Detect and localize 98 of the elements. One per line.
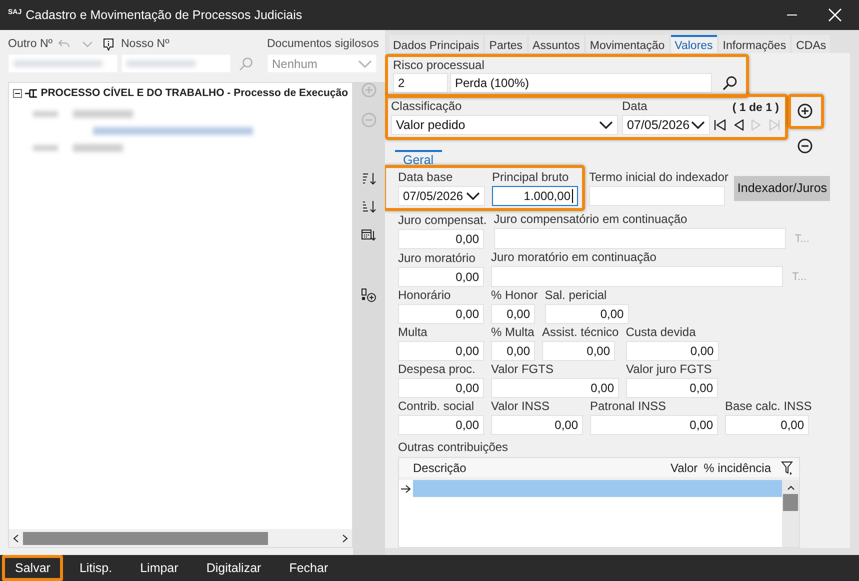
field-label: Patronal INSS: [590, 399, 668, 414]
remove-value-icon[interactable]: [797, 138, 813, 154]
record-counter: ( 1 de 1 ): [732, 102, 779, 114]
collapse-icon[interactable]: [13, 88, 22, 98]
info-icon[interactable]: [103, 38, 114, 50]
footer-button[interactable]: Litisp.: [67, 555, 124, 581]
amount-field[interactable]: 0,00: [398, 267, 484, 287]
field-label: Assist. técnico: [542, 325, 619, 340]
row-pointer-icon: [400, 484, 412, 494]
amount-field[interactable]: 0,00: [398, 229, 484, 249]
add-value-icon[interactable]: [797, 103, 813, 119]
field-label: Principal bruto: [492, 170, 570, 185]
amount-field[interactable]: 0,00: [398, 378, 484, 398]
field-label: Multa: [398, 325, 428, 340]
tab[interactable]: Dados Principais: [389, 35, 484, 53]
amount-field[interactable]: 0,00: [491, 304, 535, 324]
tab[interactable]: Informações: [718, 35, 790, 53]
date-dropdown[interactable]: 07/05/2026: [622, 115, 710, 135]
amount-field[interactable]: 1.000,00: [492, 186, 578, 206]
field-label: Data: [622, 99, 648, 114]
amount-field[interactable]: 0,00: [725, 415, 809, 435]
number-field[interactable]: [8, 54, 118, 73]
field-label: Despesa proc.: [398, 362, 476, 377]
description-field[interactable]: Perda (100%): [450, 73, 712, 93]
tab[interactable]: CDAs: [792, 35, 830, 53]
hierarchy-icon: [25, 88, 38, 98]
field-label: Outro Nº: [8, 38, 52, 50]
classification-dropdown[interactable]: Valor pedido: [391, 115, 618, 135]
amount-field[interactable]: 0,00: [590, 415, 718, 435]
tab[interactable]: Assuntos: [528, 35, 584, 53]
chevron-down-icon: [466, 192, 480, 200]
amount-field[interactable]: 0,00: [398, 415, 484, 435]
text-field[interactable]: [494, 228, 786, 249]
date-dropdown[interactable]: 07/05/2026: [398, 186, 485, 206]
tab[interactable]: Valores: [670, 35, 717, 53]
section-label: Outras contribuições: [398, 440, 510, 455]
add-field-icon[interactable]: [361, 288, 377, 302]
footer-button[interactable]: Digitalizar: [194, 555, 274, 581]
indexer-button[interactable]: Indexador/Juros: [734, 176, 830, 200]
field-label: Data base: [398, 170, 454, 185]
text-field[interactable]: [491, 266, 783, 287]
calendar-sort-icon[interactable]: [361, 228, 377, 242]
field-label: Nosso Nº: [121, 38, 170, 50]
text-field[interactable]: [589, 186, 725, 206]
scrollbar-thumb[interactable]: [783, 494, 798, 511]
search-icon[interactable]: [722, 75, 738, 91]
close-icon[interactable]: [828, 8, 842, 22]
field-label: Juro compensatório em continuação: [494, 212, 688, 227]
amount-field[interactable]: 0,00: [398, 341, 484, 361]
amount-field[interactable]: 0,00: [398, 304, 484, 324]
amount-field[interactable]: 0,00: [626, 378, 718, 398]
chevron-down-icon: [358, 60, 372, 68]
field-label: Valor INSS: [491, 399, 550, 414]
footer-button[interactable]: Salvar: [2, 555, 64, 581]
scroll-right-icon[interactable]: [342, 534, 348, 542]
footer-button[interactable]: Fechar: [277, 555, 340, 581]
field-label: Custa devida: [626, 325, 697, 340]
field-label: Documentos sigilosos: [267, 38, 379, 50]
first-record-icon[interactable]: [713, 118, 727, 132]
field-label: Juro moratório: [398, 251, 476, 266]
field-label: Contrib. social: [398, 399, 476, 414]
field-label: Base calc. INSS: [725, 399, 812, 414]
column-header[interactable]: Valor: [670, 460, 698, 474]
field-label: % Honor: [491, 288, 538, 303]
sort-descending-icon[interactable]: [361, 200, 377, 214]
amount-field[interactable]: 0,00: [626, 341, 719, 361]
column-header[interactable]: Descrição: [413, 460, 664, 474]
tab[interactable]: Movimentação: [586, 35, 669, 53]
window-title: Cadastro e Movimentação de Processos Judiciais: [26, 8, 304, 22]
tab[interactable]: Partes: [485, 35, 527, 53]
amount-field[interactable]: 0,00: [542, 341, 615, 361]
field-label: Classificação: [391, 99, 463, 114]
scroll-left-icon[interactable]: [13, 534, 19, 542]
chevron-down-icon: [691, 121, 705, 129]
amount-field[interactable]: 0,00: [491, 415, 583, 435]
field-label: Juro compensat.: [398, 213, 487, 228]
subtab[interactable]: Geral: [395, 150, 442, 167]
sort-ascending-icon[interactable]: [361, 172, 377, 186]
amount-field[interactable]: 0,00: [544, 304, 629, 324]
tree-item[interactable]: PROCESSO CÍVEL E DO TRABALHO - Processo de Execução: [40, 87, 348, 99]
filter-icon[interactable]: [781, 460, 793, 474]
chevron-down-icon: [599, 121, 613, 129]
scroll-up-icon[interactable]: [786, 485, 794, 490]
field-label: Honorário: [398, 288, 452, 303]
field-label: Valor juro FGTS: [626, 362, 713, 377]
field-label: Juro moratório em continuação: [491, 250, 658, 265]
number-field[interactable]: [121, 54, 231, 73]
footer-button[interactable]: Limpar: [128, 555, 190, 581]
field-label: Risco processual: [393, 58, 486, 73]
field-label: Valor FGTS: [491, 362, 554, 377]
column-header[interactable]: % incidência: [704, 460, 771, 474]
scrollbar-thumb[interactable]: [23, 532, 268, 544]
field-label: Termo inicial do indexador: [589, 170, 728, 185]
field-label: % Multa: [491, 325, 535, 340]
amount-field[interactable]: 0,00: [491, 378, 619, 398]
code-field[interactable]: 2: [393, 73, 448, 93]
amount-field[interactable]: 0,00: [491, 341, 535, 361]
field-label: Sal. pericial: [544, 288, 608, 303]
